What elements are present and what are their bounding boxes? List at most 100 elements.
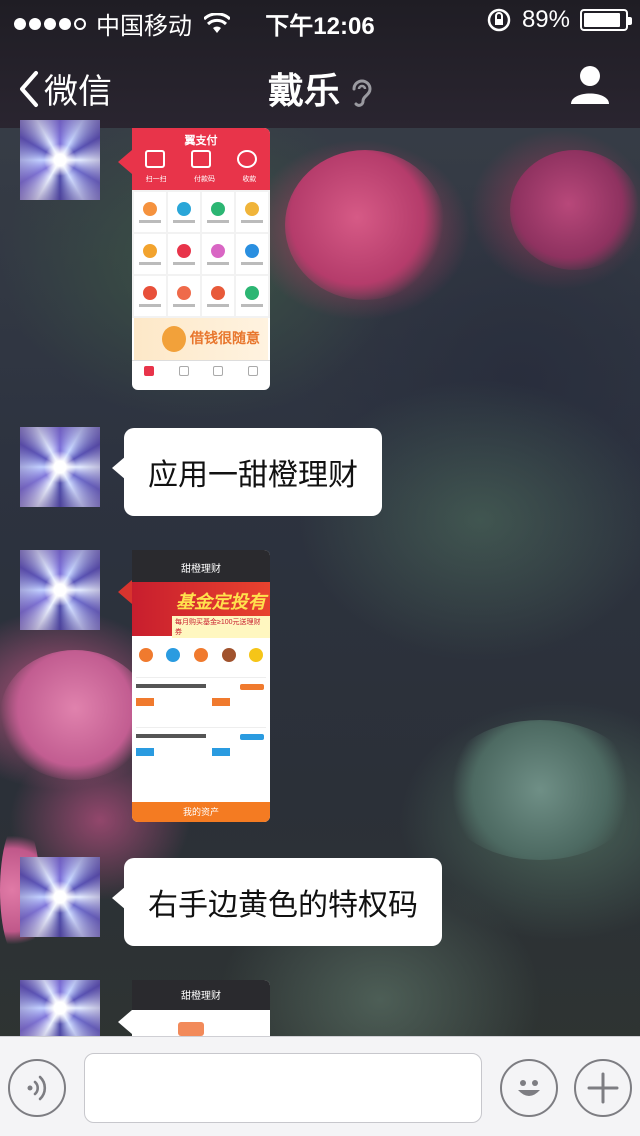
yizhifu-service-grid <box>132 190 270 318</box>
product-row <box>136 677 266 727</box>
service-icon <box>211 286 225 300</box>
receive-icon <box>237 150 257 168</box>
voice-icon <box>20 1071 54 1105</box>
yizhifu-tab-labels: 扫一扫 付款码 收款 <box>132 174 270 184</box>
service-icon <box>143 244 157 258</box>
service-label <box>241 262 263 265</box>
input-bar <box>0 1036 640 1136</box>
avatar[interactable] <box>20 857 100 937</box>
tab-icon <box>144 366 154 376</box>
shot-nav-title: 甜橙理财 <box>132 558 270 582</box>
tab-label: 付款码 <box>194 174 215 184</box>
service-icon <box>211 244 225 258</box>
service-label <box>207 262 229 265</box>
avatar[interactable] <box>20 427 100 507</box>
service-label <box>173 304 195 307</box>
row-term <box>212 748 230 756</box>
avatar[interactable] <box>20 550 100 630</box>
tab-icon <box>248 366 258 376</box>
tab-label: 扫一扫 <box>146 174 167 184</box>
service-icon <box>177 244 191 258</box>
status-right: 89% <box>486 6 628 34</box>
service-label <box>139 262 161 265</box>
text-bubble[interactable]: 右手边黄色的特权码 <box>124 858 442 946</box>
service-cell <box>134 192 166 232</box>
tab-icon <box>213 366 223 376</box>
service-icon <box>177 202 191 216</box>
image-message-tiancheng-partial[interactable]: 甜橙理财 <box>132 980 270 1036</box>
yizhifu-title: 翼支付 <box>132 132 270 148</box>
category-icon <box>139 648 153 662</box>
pay-code-icon <box>191 150 211 168</box>
image-message-tiancheng[interactable]: 甜橙理财 基金定投有礼 每月购买基金≥100元送理财券 我的资产 <box>132 550 270 822</box>
scan-icon <box>145 150 165 168</box>
service-icon <box>245 244 259 258</box>
row-badge <box>240 734 264 740</box>
yizhifu-header: 翼支付 扫一扫 付款码 收款 <box>132 128 270 190</box>
banner-text: 借钱很随意 <box>190 328 260 348</box>
service-label <box>241 220 263 223</box>
message-input[interactable] <box>84 1053 482 1123</box>
service-icon <box>177 286 191 300</box>
service-cell <box>202 192 234 232</box>
product-list <box>132 674 270 780</box>
fund-banner-sub: 每月购买基金≥100元送理财券 <box>172 616 270 638</box>
service-cell <box>202 234 234 274</box>
battery-percent: 89% <box>522 6 570 34</box>
plus-icon <box>586 1071 620 1105</box>
gem-icon <box>178 1022 204 1036</box>
row-title <box>136 734 206 738</box>
emoji-icon <box>509 1068 549 1108</box>
shot-icon-row <box>132 636 270 674</box>
voice-button[interactable] <box>8 1059 66 1117</box>
service-label <box>173 262 195 265</box>
service-label <box>139 220 161 223</box>
service-label <box>241 304 263 307</box>
profile-icon[interactable] <box>570 64 610 104</box>
row-term <box>212 698 230 706</box>
plus-button[interactable] <box>574 1059 632 1117</box>
bubble-tail <box>118 150 132 174</box>
shot-status-bar <box>132 550 270 558</box>
emoji-button[interactable] <box>500 1059 558 1117</box>
privilege-code-icon <box>249 648 263 662</box>
avatar[interactable] <box>20 120 100 200</box>
service-label <box>207 220 229 223</box>
service-cell <box>236 276 268 316</box>
service-icon <box>245 202 259 216</box>
row-title <box>136 684 206 688</box>
category-icon <box>166 648 180 662</box>
service-cell <box>168 276 200 316</box>
service-label <box>207 304 229 307</box>
service-icon <box>211 202 225 216</box>
service-cell <box>236 192 268 232</box>
text-bubble[interactable]: 应用一甜橙理财 <box>124 428 382 516</box>
image-message-yizhifu[interactable]: 翼支付 扫一扫 付款码 收款 <box>132 128 270 390</box>
nav-bar: 微信 戴乐 <box>0 40 640 128</box>
yizhifu-tabbar <box>132 360 270 380</box>
avatar[interactable] <box>20 980 100 1036</box>
category-icon <box>194 648 208 662</box>
rotation-lock-icon <box>486 7 512 33</box>
status-bar: 中国移动 下午12:06 89% <box>0 0 640 40</box>
my-assets-bar: 我的资产 <box>132 802 270 822</box>
service-cell <box>168 192 200 232</box>
row-rate <box>136 698 154 706</box>
top-bar: 中国移动 下午12:06 89% 微信 <box>0 0 640 128</box>
bubble-tail <box>118 1010 132 1034</box>
shot-body <box>132 1010 270 1036</box>
service-icon <box>143 286 157 300</box>
yizhifu-banner: 借钱很随意 <box>134 318 268 360</box>
service-cell <box>134 276 166 316</box>
chat-title-text: 戴乐 <box>268 70 340 111</box>
product-row <box>136 727 266 777</box>
service-cell <box>134 234 166 274</box>
service-cell <box>168 234 200 274</box>
shot-nav-title: 甜橙理财 <box>132 980 270 1010</box>
service-icon <box>245 286 259 300</box>
service-label <box>139 304 161 307</box>
row-badge <box>240 684 264 690</box>
battery-icon <box>580 9 628 31</box>
category-icon <box>222 648 236 662</box>
tab-icon <box>179 366 189 376</box>
